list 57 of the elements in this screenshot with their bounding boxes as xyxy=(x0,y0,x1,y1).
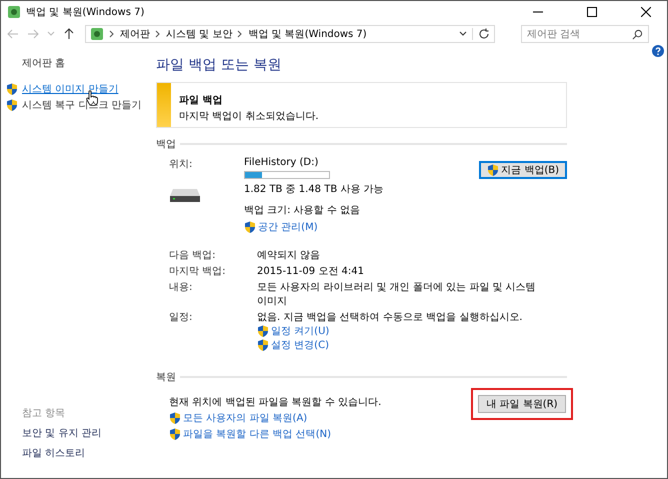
address-bar[interactable]: 제어판 시스템 및 보안 백업 및 복원(Windows 7) xyxy=(85,25,495,43)
search-field[interactable]: 제어판 검색 xyxy=(521,25,649,43)
backup-now-button[interactable]: 지금 백업(B) xyxy=(479,161,567,179)
sidebar-link[interactable]: 시스템 이미지 만들기 xyxy=(22,82,118,96)
shield-icon xyxy=(169,412,181,424)
backup-size-text: 백업 크기: 사용할 수 없음 xyxy=(244,204,362,217)
sidebar-link[interactable]: 시스템 복구 디스크 만들기 xyxy=(22,98,142,112)
hard-drive-icon xyxy=(169,187,201,203)
page-title: 파일 백업 또는 복원 xyxy=(156,56,282,74)
see-also-link[interactable]: 보안 및 유지 관리 xyxy=(22,426,151,440)
notice-title: 파일 백업 xyxy=(179,94,224,107)
location-label: 위치: xyxy=(169,158,194,171)
maximize-icon[interactable] xyxy=(587,7,597,17)
close-icon[interactable] xyxy=(641,7,651,17)
chevron-down-icon[interactable] xyxy=(459,30,467,38)
shield-icon xyxy=(6,99,18,111)
chevron-right-icon xyxy=(237,30,244,38)
restore-message: 현재 위치에 백업된 파일을 복원할 수 있습니다. xyxy=(169,396,382,409)
restore-files-button[interactable]: 내 파일 복원(R) xyxy=(478,395,566,413)
schedule-link[interactable]: 설정 변경(C) xyxy=(271,338,329,352)
manage-space-link[interactable]: 공간 관리(M) xyxy=(258,220,318,234)
section-heading: 복원 xyxy=(156,371,176,384)
help-icon[interactable] xyxy=(652,45,664,57)
schedule-link[interactable]: 일정 켜기(U) xyxy=(271,324,330,338)
refresh-icon[interactable] xyxy=(472,28,490,40)
restore-link[interactable]: 파일을 복원할 다른 백업 선택(N) xyxy=(183,427,331,441)
sidebar-home-link[interactable]: 제어판 홈 xyxy=(22,56,151,70)
shield-icon xyxy=(257,339,269,351)
warning-strip xyxy=(157,83,171,127)
detail-value: 모든 사용자의 라이브러리 및 개인 폴더에 있는 파일 및 시스템 이미지 xyxy=(257,281,537,308)
window-title: 백업 및 복원(Windows 7) xyxy=(26,6,144,19)
drive-name: FileHistory (D:) xyxy=(244,157,320,168)
shield-icon xyxy=(244,221,256,233)
see-also-heading: 참고 항목 xyxy=(22,407,66,420)
section-heading: 백업 xyxy=(156,138,176,151)
free-space-text: 1.82 TB 중 1.48 TB 사용 가능 xyxy=(244,183,385,196)
chevron-right-icon xyxy=(155,30,161,38)
restore-link[interactable]: 모든 사용자의 파일 복원(A) xyxy=(183,411,308,425)
breadcrumb-item[interactable]: 백업 및 복원(Windows 7) xyxy=(248,27,367,41)
see-also-link[interactable]: 파일 히스토리 xyxy=(22,446,151,460)
breadcrumb-item[interactable]: 시스템 및 보안 xyxy=(166,27,232,41)
notice-message: 마지막 백업이 취소되었습니다. xyxy=(179,110,319,123)
detail-label: 내용: xyxy=(169,281,194,295)
detail-value: 예약되지 않음 xyxy=(257,249,322,262)
detail-value: 2015-11-09 오전 4:41 xyxy=(257,265,365,278)
detail-label: 일정: xyxy=(169,311,194,325)
breadcrumb-item[interactable]: 제어판 xyxy=(120,27,150,41)
up-arrow-icon[interactable] xyxy=(63,28,75,40)
detail-value: 없음. 지금 백업을 선택하여 수동으로 백업을 실행하십시오. xyxy=(257,311,524,324)
chevron-right-icon xyxy=(109,30,115,38)
shield-icon xyxy=(169,428,181,440)
detail-label: 다음 백업: xyxy=(169,249,217,262)
search-icon[interactable] xyxy=(632,29,643,40)
shield-icon xyxy=(487,164,500,176)
shield-icon xyxy=(257,325,269,337)
detail-label: 마지막 백업: xyxy=(169,265,227,278)
shield-icon xyxy=(6,83,18,95)
